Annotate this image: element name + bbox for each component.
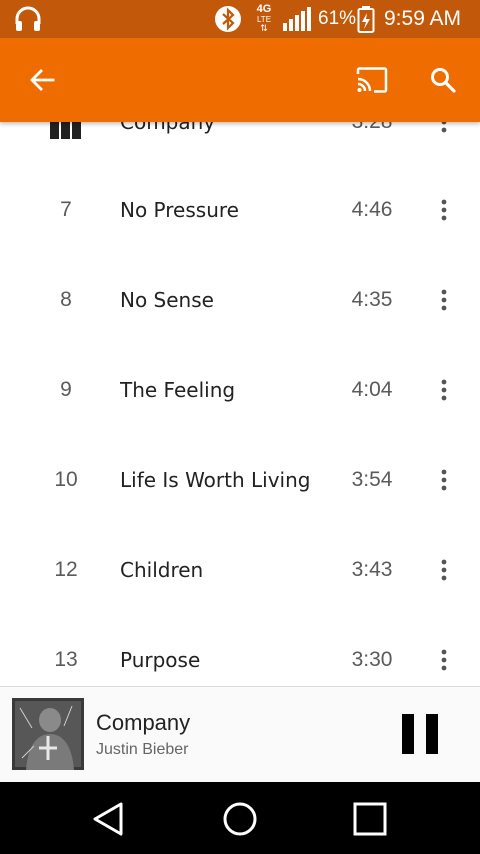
equalizer-icon [30, 122, 102, 167]
headphones-icon [14, 0, 44, 38]
nav-recents-button[interactable] [342, 794, 398, 844]
track-title: The Feeling [120, 378, 236, 402]
nav-back-icon [93, 802, 123, 836]
now-playing-artist: Justin Bieber [96, 741, 189, 758]
album-art[interactable] [12, 698, 84, 770]
more-vert-icon [441, 559, 447, 581]
nav-back-button[interactable] [80, 794, 136, 844]
now-playing-title: Company [96, 710, 191, 735]
track-duration: 4:35 [351, 288, 393, 311]
clock: 9:59 AM [384, 7, 462, 30]
navigation-bar [0, 782, 480, 854]
track-title: Purpose [120, 648, 201, 672]
track-row-playing[interactable]: Company 3:28 [0, 122, 480, 167]
track-title: Children [120, 558, 204, 582]
track-number: 12 [54, 558, 78, 581]
track-duration: 4:04 [351, 378, 393, 401]
app-bar [0, 38, 480, 122]
track-menu-button[interactable] [428, 525, 460, 615]
track-row[interactable]: 12 Children 3:43 [0, 525, 480, 615]
nav-home-button[interactable] [212, 794, 268, 844]
back-button[interactable] [18, 38, 66, 122]
track-menu-button[interactable] [428, 345, 460, 435]
track-title: No Sense [120, 288, 214, 312]
more-vert-icon [441, 649, 447, 671]
pause-icon [402, 714, 438, 754]
track-menu-button[interactable] [428, 122, 460, 167]
battery-percent: 61% [318, 8, 357, 29]
battery-charging-icon [357, 0, 377, 38]
track-row[interactable]: 13 Purpose 3:30 [0, 615, 480, 686]
track-number: 7 [60, 198, 72, 221]
more-vert-icon [441, 122, 447, 133]
bluetooth-icon [214, 0, 244, 38]
signal-icon [282, 0, 312, 38]
arrow-back-icon [30, 69, 55, 91]
track-menu-button[interactable] [428, 435, 460, 525]
more-vert-icon [441, 199, 447, 221]
network-sub: LTE [256, 15, 272, 24]
track-number: 8 [60, 288, 72, 311]
track-number: 9 [60, 378, 72, 401]
track-row[interactable]: 10 Life Is Worth Living 3:54 [0, 435, 480, 525]
nav-recents-icon [353, 802, 387, 836]
track-title: Life Is Worth Living [120, 468, 311, 492]
pause-button[interactable] [390, 702, 450, 766]
track-number: 13 [54, 648, 78, 671]
search-button[interactable] [420, 38, 466, 122]
more-vert-icon [441, 379, 447, 401]
data-arrows-icon: ⇅ [260, 24, 268, 34]
search-icon [431, 68, 456, 93]
track-row[interactable]: 8 No Sense 4:35 [0, 255, 480, 345]
more-vert-icon [441, 289, 447, 311]
nav-home-icon [223, 802, 257, 836]
more-vert-icon [441, 469, 447, 491]
cast-button[interactable] [350, 38, 394, 122]
track-title: Company [120, 122, 216, 134]
track-row[interactable]: 9 The Feeling 4:04 [0, 345, 480, 435]
cast-icon [356, 67, 388, 93]
network-type: 4G [256, 3, 272, 15]
status-bar: 4G LTE ⇅ 61% 9:59 AM [0, 0, 480, 38]
track-number: 10 [54, 468, 78, 491]
track-duration: 4:46 [351, 198, 393, 221]
track-duration: 3:43 [351, 558, 393, 581]
track-menu-button[interactable] [428, 255, 460, 345]
track-row[interactable]: 7 No Pressure 4:46 [0, 165, 480, 255]
track-menu-button[interactable] [428, 165, 460, 255]
track-duration: 3:54 [351, 468, 393, 491]
track-menu-button[interactable] [428, 615, 460, 686]
network-type-indicator: 4G LTE ⇅ [251, 0, 277, 38]
track-duration: 3:28 [336, 122, 408, 167]
track-duration: 3:30 [351, 648, 393, 671]
track-title: No Pressure [120, 198, 239, 222]
track-list: Company 3:28 7 No Pressure 4:46 8 No Sen… [0, 122, 480, 686]
